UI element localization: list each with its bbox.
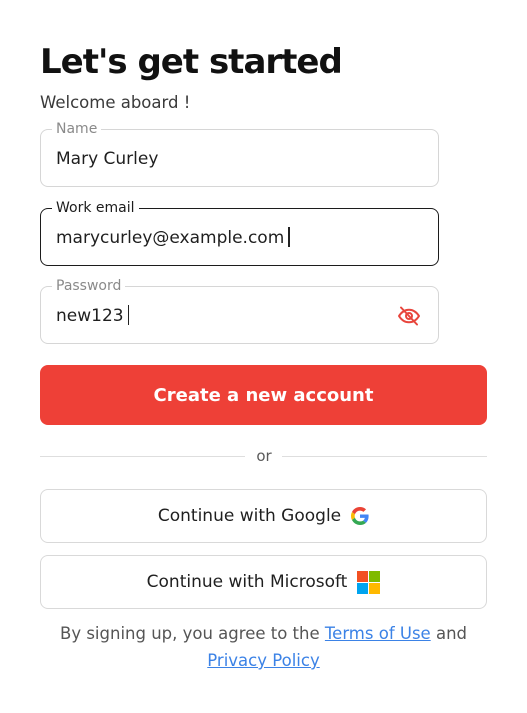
password-field-label: Password bbox=[52, 277, 126, 295]
email-field[interactable]: Work email marycurley@example.com bbox=[40, 199, 439, 266]
name-field-value[interactable]: Mary Curley bbox=[56, 148, 158, 170]
terms-notice: By signing up, you agree to the Terms of… bbox=[40, 620, 487, 674]
name-field[interactable]: Name Mary Curley bbox=[40, 120, 439, 187]
password-field[interactable]: Password new123 bbox=[40, 277, 439, 344]
text-caret bbox=[127, 305, 130, 325]
page-subtitle: Welcome aboard ! bbox=[40, 93, 191, 112]
divider-line-right bbox=[282, 456, 487, 457]
microsoft-button-label: Continue with Microsoft bbox=[146, 572, 348, 592]
create-account-button[interactable]: Create a new account bbox=[40, 365, 487, 425]
continue-with-microsoft-button[interactable]: Continue with Microsoft bbox=[40, 555, 487, 609]
terms-conjunction: and bbox=[435, 624, 467, 643]
divider-text: or bbox=[256, 447, 272, 465]
password-field-value: new123 bbox=[56, 306, 124, 326]
terms-of-use-link[interactable]: Terms of Use bbox=[325, 624, 431, 643]
terms-prefix: By signing up, you agree to the bbox=[60, 624, 320, 643]
email-field-value: marycurley@example.com bbox=[56, 228, 285, 248]
password-field-value-wrapper[interactable]: new123 bbox=[56, 305, 130, 327]
privacy-policy-link[interactable]: Privacy Policy bbox=[207, 651, 319, 670]
continue-with-google-button[interactable]: Continue with Google bbox=[40, 489, 487, 543]
google-logo-icon bbox=[351, 507, 369, 525]
name-field-label: Name bbox=[52, 120, 102, 138]
google-button-label: Continue with Google bbox=[157, 506, 342, 526]
divider-line-left bbox=[40, 456, 245, 457]
email-field-value-wrapper[interactable]: marycurley@example.com bbox=[56, 227, 290, 249]
text-caret bbox=[288, 227, 290, 247]
email-field-label: Work email bbox=[52, 199, 139, 217]
microsoft-logo-icon bbox=[357, 570, 381, 594]
eye-off-icon[interactable] bbox=[397, 304, 421, 328]
page-title: Let's get started bbox=[40, 42, 343, 82]
